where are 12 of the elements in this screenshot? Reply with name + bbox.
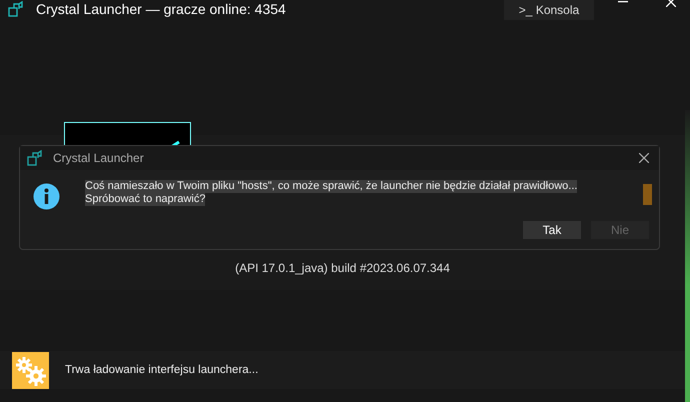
status-text: Trwa ładowanie interfejsu launchera...: [65, 364, 258, 376]
info-icon: [33, 183, 60, 210]
version-text: (API 17.0.1_java) build #2023.06.07.344: [235, 261, 450, 275]
close-icon[interactable]: [639, 153, 649, 163]
console-button[interactable]: >_ Konsola: [504, 0, 594, 20]
message-text: Spróbować to naprawić?: [85, 193, 206, 206]
window-title: Crystal Launcher — gracze online: 4354: [36, 1, 287, 17]
gears-icon: [12, 352, 49, 388]
dialog-title: Crystal Launcher: [53, 151, 145, 165]
dialog-button[interactable]: Tak: [523, 221, 581, 239]
scrollbar-thumb[interactable]: [643, 184, 652, 205]
message-text: Coś namieszało w Twoim pliku "hosts", co może sprawić, że launcher nie będzie działał prawidłowo...: [85, 180, 578, 193]
